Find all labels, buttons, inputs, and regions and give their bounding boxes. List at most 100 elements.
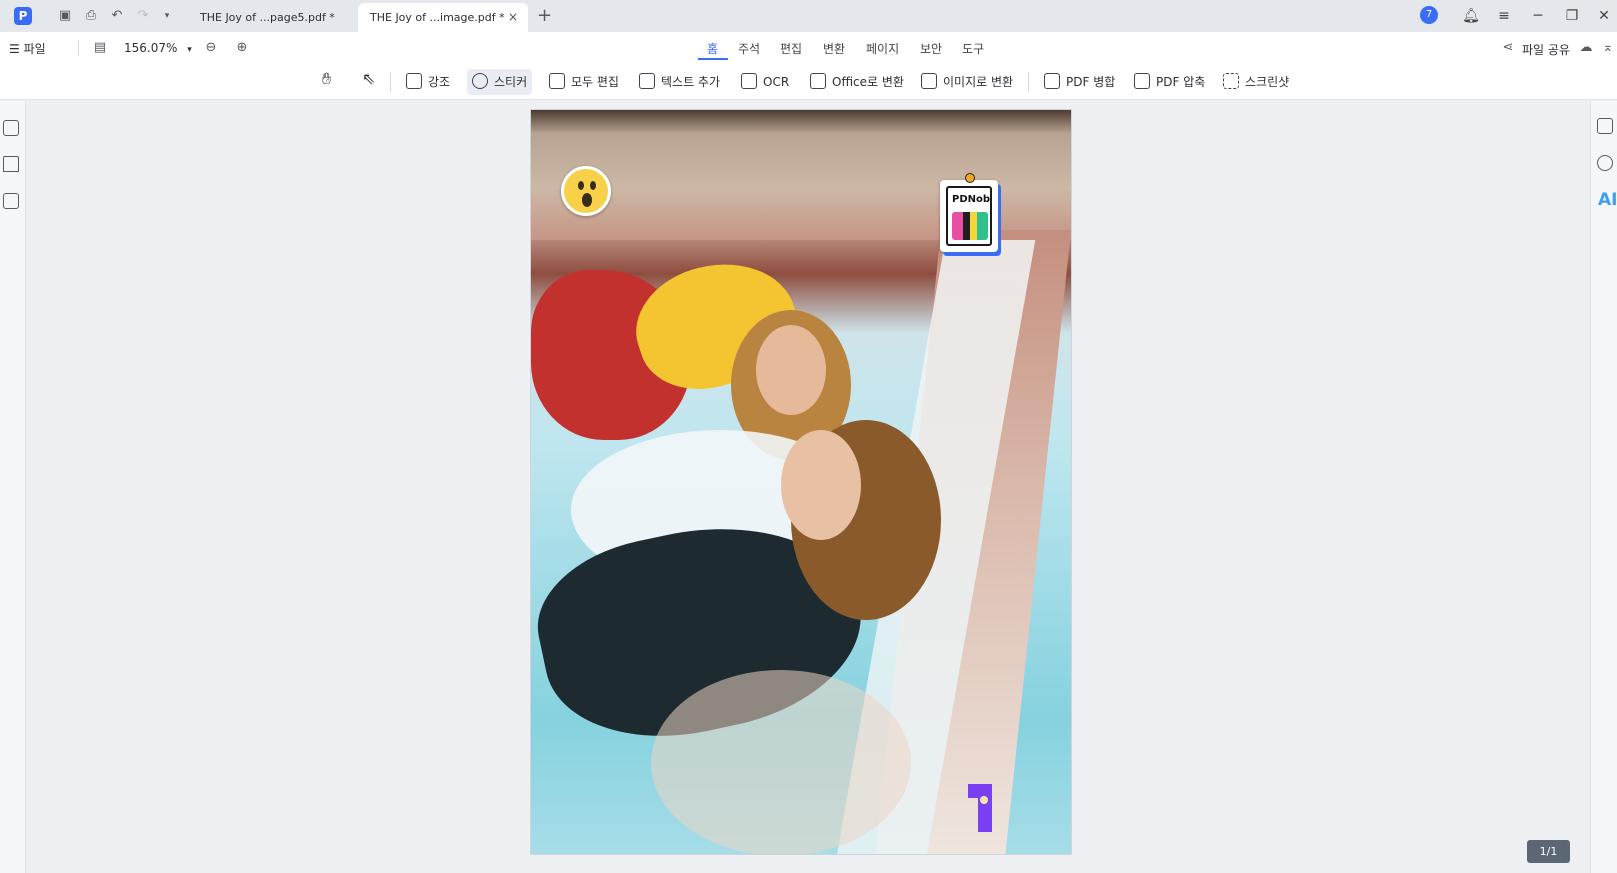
menu-bar: ☰ 파일 ▤ 156.07% ▾ ⊖ ⊕ 홈 주석 편집 변환 페이지 보안 도… [0, 32, 1617, 64]
quick-access-dropdown-icon[interactable]: ▾ [157, 6, 177, 26]
tool-label: PDF 압축 [1156, 75, 1206, 89]
merge-icon [1044, 73, 1060, 89]
share-file-button[interactable]: 파일 공유 [1522, 41, 1570, 58]
photo-face [781, 430, 861, 540]
ocr-button[interactable]: OCR [741, 69, 789, 95]
tab-label: THE Joy of ...image.pdf * [370, 11, 505, 24]
tab-image[interactable]: THE Joy of ...image.pdf * × [358, 3, 528, 32]
redo-icon[interactable]: ↷ [133, 6, 153, 26]
edit-icon [549, 73, 565, 89]
toolbar: ✋︎ ⇖ 강조 스티커 모두 편집 텍스트 추가 OCR Office로 변환 … [0, 64, 1617, 100]
zoom-value: 156.07% [124, 41, 178, 55]
text-icon [639, 73, 655, 89]
tab-annotate[interactable]: 주석 [738, 40, 760, 57]
convert-to-office-button[interactable]: Office로 변환 [810, 69, 904, 95]
compress-icon [1134, 73, 1150, 89]
surprised-face-sticker[interactable] [561, 166, 611, 216]
tab-edit[interactable]: 편집 [780, 40, 802, 57]
left-sidebar [0, 101, 26, 873]
tool-label: 강조 [428, 75, 451, 89]
highlight-tool-button[interactable]: 강조 [406, 69, 450, 95]
comment-icon[interactable] [3, 193, 19, 209]
active-tab-underline [698, 58, 728, 60]
ai-assistant-button[interactable]: AI [1598, 190, 1617, 210]
tool-label: OCR [763, 75, 790, 89]
hamburger-icon: ☰ [9, 42, 24, 56]
sticker-mouth [582, 193, 592, 207]
minimize-icon[interactable]: ─ [1526, 4, 1550, 28]
new-tab-button[interactable]: + [537, 5, 552, 26]
zoom-in-icon[interactable]: ⊕ [232, 38, 252, 58]
thumbnail-icon[interactable] [3, 120, 19, 136]
convert-to-image-button[interactable]: 이미지로 변환 [921, 69, 1013, 95]
highlighter-icon [406, 73, 422, 89]
file-menu-button[interactable]: ☰ 파일 [9, 40, 46, 57]
tab-tools[interactable]: 도구 [962, 40, 984, 57]
sticker-text: PDNob [951, 194, 991, 205]
tab-page5[interactable]: THE Joy of ...page5.pdf * [188, 3, 348, 32]
sticker-eye [590, 181, 596, 190]
ocr-icon [741, 73, 757, 89]
screenshot-icon [1223, 73, 1239, 89]
app-logo: P [14, 7, 32, 25]
tab-page[interactable]: 페이지 [866, 40, 899, 57]
bell-icon[interactable]: 🔔︎ [1459, 4, 1483, 28]
tool-label: PDF 병합 [1066, 75, 1116, 89]
sticker-icon [472, 73, 488, 89]
collapse-icon[interactable]: ⌅ [1600, 38, 1616, 58]
cloud-upload-icon[interactable]: ☁ [1576, 38, 1596, 58]
menu-icon[interactable]: ≡ [1492, 4, 1516, 28]
title-bar: P ▣ ⎙ ↶ ↷ ▾ THE Joy of ...page5.pdf * TH… [0, 0, 1617, 32]
pdnob-sticker[interactable]: PDNob [940, 173, 998, 252]
restore-icon[interactable]: ❐ [1560, 4, 1584, 28]
sticker-tool-button[interactable]: 스티커 [467, 69, 533, 95]
merge-pdf-button[interactable]: PDF 병합 [1044, 69, 1115, 95]
page-view-icon[interactable]: ▤ [90, 38, 110, 58]
number-one-sticker[interactable] [968, 784, 996, 832]
search-icon[interactable] [1597, 155, 1613, 171]
tool-label: 스티커 [494, 75, 528, 89]
pin-icon [965, 173, 975, 183]
file-menu-label: 파일 [23, 42, 46, 56]
photo-legs [651, 670, 911, 854]
close-window-icon[interactable]: ✕ [1592, 4, 1616, 28]
share-icon[interactable]: ⋖ [1498, 38, 1518, 58]
save-icon[interactable]: ▣ [55, 6, 75, 26]
tab-convert[interactable]: 변환 [823, 40, 845, 57]
bookmark-icon[interactable] [3, 156, 19, 172]
divider [390, 72, 391, 92]
zoom-out-icon[interactable]: ⊖ [201, 38, 221, 58]
sticker-part [980, 796, 988, 804]
chevron-down-icon: ▾ [187, 45, 192, 55]
tab-security[interactable]: 보안 [920, 40, 942, 57]
tab-label: THE Joy of ...page5.pdf * [200, 11, 335, 24]
select-tool-icon[interactable]: ⇖ [362, 69, 375, 88]
divider [1028, 72, 1029, 92]
tool-label: Office로 변환 [832, 75, 904, 89]
divider [78, 40, 79, 56]
page-indicator: 1/1 [1527, 840, 1570, 863]
sticker-part [978, 784, 992, 832]
screenshot-button[interactable]: 스크린샷 [1223, 69, 1289, 95]
pdf-page[interactable]: PDNob [530, 109, 1072, 855]
edit-all-button[interactable]: 모두 편집 [549, 69, 619, 95]
close-tab-icon[interactable]: × [508, 3, 518, 32]
tool-label: 스크린샷 [1245, 75, 1290, 89]
tab-home[interactable]: 홈 [707, 40, 718, 57]
tool-label: 이미지로 변환 [943, 75, 1014, 89]
properties-icon[interactable] [1597, 118, 1613, 134]
tool-label: 텍스트 추가 [661, 75, 721, 89]
sticker-eye [578, 181, 584, 190]
image-icon [921, 73, 937, 89]
compress-pdf-button[interactable]: PDF 압축 [1134, 69, 1205, 95]
zoom-level-dropdown[interactable]: 156.07% ▾ [124, 41, 192, 55]
add-text-button[interactable]: 텍스트 추가 [639, 69, 720, 95]
hand-tool-icon[interactable]: ✋︎ [322, 69, 331, 89]
office-icon [810, 73, 826, 89]
print-icon[interactable]: ⎙ [81, 6, 101, 26]
right-sidebar [1590, 101, 1617, 873]
notification-badge[interactable]: 7 [1420, 6, 1438, 24]
undo-icon[interactable]: ↶ [107, 6, 127, 26]
sticker-frame: PDNob [946, 186, 992, 246]
sticker-art [952, 212, 988, 240]
